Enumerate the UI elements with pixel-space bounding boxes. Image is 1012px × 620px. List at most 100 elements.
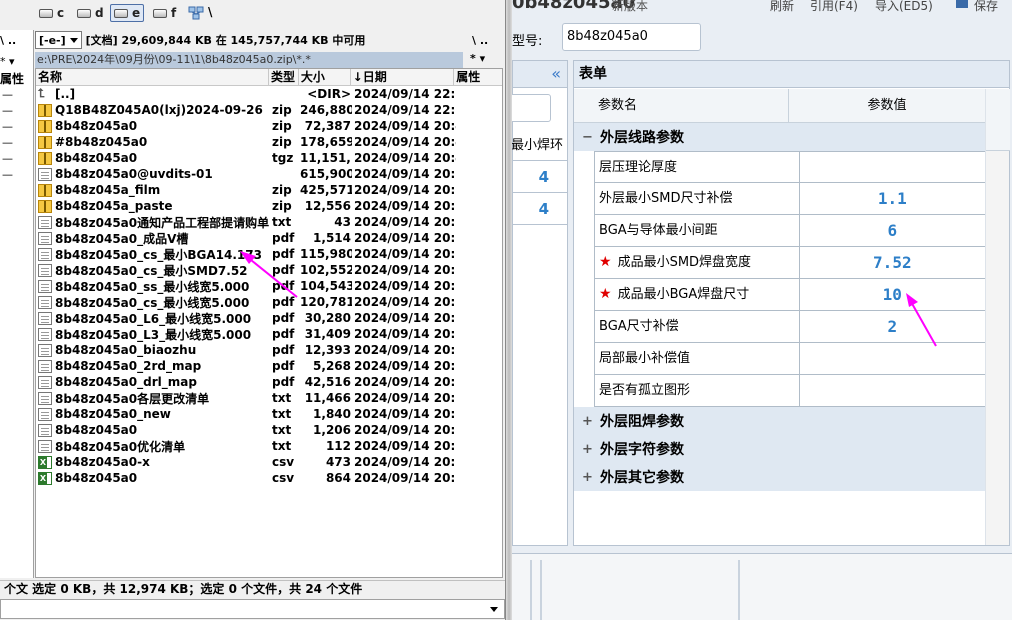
- param-group-header[interactable]: + 外层其它参数: [574, 463, 986, 491]
- file-row[interactable]: 8b48z045a0@uvdits-01 615,900 2024/09/14 20…: [36, 166, 502, 182]
- save-icon[interactable]: [956, 0, 968, 8]
- left-nav-label[interactable]: \ ..: [0, 34, 16, 47]
- file-row[interactable]: 8b48z045a0_cs_最小BGA14.173 pdf 115,980 2024/…: [36, 246, 502, 262]
- file-name: 8b48z045a0_ss_最小线宽5.000: [36, 278, 270, 295]
- file-row[interactable]: 8b48z045a0_cs_最小线宽5.000 pdf 120,781 2024/09…: [36, 294, 502, 310]
- file-row[interactable]: 8b48z045a0_ss_最小线宽5.000 pdf 104,543 2024/09…: [36, 278, 502, 294]
- file-name: 8b48z045a0各层更改清单: [36, 390, 270, 407]
- file-size: 1,840: [313, 407, 351, 421]
- param-value-cell[interactable]: 6: [798, 215, 986, 247]
- file-row[interactable]: 8b48z045a0_成品V槽pdf 1,5142024/09/14 20:31·…: [36, 230, 502, 246]
- file-row[interactable]: 8b48z045a0通知产品工程部提请购单 txt 43 2024/09/14 20:…: [36, 214, 502, 230]
- file-row[interactable]: 8b48z045a_pastezip 12,5562024/09/14 20:36…: [36, 198, 502, 214]
- file-name: 8b48z045a0_cs_最小SMD7.52: [36, 262, 270, 279]
- file-date: 2024/09/14 20:26·a—: [354, 391, 456, 405]
- file-row[interactable]: 8b48z045a0_2rd_map pdf 5,268 2024/09/14 20:…: [36, 358, 502, 374]
- file-name: 8b48z045a_paste: [36, 199, 270, 213]
- expand-icon[interactable]: +: [582, 414, 593, 429]
- command-line-input[interactable]: [0, 599, 505, 619]
- drive-d-button[interactable]: d: [74, 4, 107, 22]
- pane-splitter[interactable]: [505, 0, 512, 620]
- drive-e-button[interactable]: e: [110, 4, 145, 22]
- param-value-cell[interactable]: 10: [798, 279, 986, 311]
- file-date: 2024/09/14 20:37·a—: [354, 167, 456, 181]
- file-row[interactable]: 8b48z045a0_L3_最小线宽5.000 pdf 31,409 2024/09/…: [36, 326, 502, 342]
- param-group-header[interactable]: − 外层线路参数: [574, 123, 986, 151]
- current-path[interactable]: e:\PRE\2024年\09月份\09-11\1\8b48z045a0.zip…: [35, 52, 463, 68]
- file-name: 8b48z045a0_biaozhu: [36, 343, 270, 357]
- file-row[interactable]: 8b48z045a0txt 1,2062024/09/14 20:26·a—: [36, 422, 502, 438]
- file-type: pdf: [272, 311, 295, 325]
- file-row[interactable]: 8b48z045a0_drl_map pdf 42,516 2024/09/14 20…: [36, 374, 502, 390]
- column-type[interactable]: 类型: [269, 69, 299, 85]
- path-filter-button[interactable]: * ▾: [470, 52, 485, 65]
- left-value[interactable]: 4: [512, 161, 567, 193]
- expand-icon[interactable]: +: [582, 442, 593, 457]
- file-row[interactable]: 8b48z045a0优化清单txt 1122024/09/14 20:24·a—: [36, 438, 502, 454]
- file-size: 1,206: [313, 423, 351, 437]
- file-name: Q18B48Z045A0(lxj)2024-09-26: [36, 103, 270, 117]
- param-value-cell[interactable]: [798, 375, 986, 407]
- import-button[interactable]: 导入(ED5): [875, 0, 933, 14]
- left-search-input[interactable]: [512, 94, 551, 122]
- file-row[interactable]: 8b48z045a0_biaozhu pdf 12,393 2024/09/14 20…: [36, 342, 502, 358]
- reference-button[interactable]: 引用(F4): [810, 0, 858, 14]
- column-size[interactable]: 大小: [299, 69, 351, 85]
- file-row[interactable]: 8b48z045a0各层更改清单txt 11,4662024/09/14 20:2…: [36, 390, 502, 406]
- document-icon: [38, 439, 52, 453]
- param-value-cell[interactable]: 7.52: [798, 247, 986, 279]
- file-row[interactable]: Q18B48Z045A0(lxj)2024-09-26 zip 246,880 202…: [36, 102, 502, 118]
- file-name: 8b48z045a0_L3_最小线宽5.000: [36, 326, 270, 343]
- document-icon: [38, 263, 52, 277]
- new-version-link[interactable]: 新版本: [612, 0, 648, 14]
- file-row[interactable]: 8b48z045a0_L6_最小线宽5.000 pdf 30,280 2024/09/…: [36, 310, 502, 326]
- model-input[interactable]: 8b48z045a0: [562, 23, 701, 51]
- network-drive-icon[interactable]: [188, 6, 204, 20]
- column-attr[interactable]: 属性: [454, 69, 502, 85]
- file-row[interactable]: 8b48z045a0_cs_最小SMD7.52 pdf 102,552 2024/09…: [36, 262, 502, 278]
- file-type: txt: [272, 407, 292, 421]
- file-row[interactable]: 8b48z045a0csv 8642024/09/14 20:17·a—: [36, 470, 502, 486]
- collapse-icon[interactable]: −: [582, 130, 593, 145]
- file-row[interactable]: 8b48z045a_filmzip 425,5712024/09/14 20:37…: [36, 182, 502, 198]
- file-size: 115,980: [300, 247, 352, 261]
- file-size: 178,659: [300, 135, 352, 149]
- form-scrollbar[interactable]: [985, 89, 1010, 545]
- column-date[interactable]: ↓日期: [351, 69, 455, 85]
- left-value[interactable]: 4: [512, 193, 567, 225]
- file-row[interactable]: 8b48z045a0zip 72,3872024/09/14 20:49·a—: [36, 118, 502, 134]
- file-date: 2024/09/14 20:29·a—: [354, 359, 456, 373]
- column-name[interactable]: 名称: [36, 69, 269, 85]
- drive-selector[interactable]: [-e-]: [35, 31, 82, 49]
- collapse-icon[interactable]: «: [551, 64, 561, 83]
- file-size: 11,151,150: [300, 151, 352, 165]
- file-name: 8b48z045a0: [36, 423, 270, 437]
- file-row[interactable]: 8b48z045a0-xcsv 4732024/09/14 20:17·a—: [36, 454, 502, 470]
- file-size: 104,543: [300, 279, 352, 293]
- parent-dir-button[interactable]: \ ..: [472, 34, 488, 47]
- file-name: 8b48z045a0_L6_最小线宽5.000: [36, 310, 270, 327]
- param-value-cell[interactable]: [798, 343, 986, 375]
- file-date: 2024/09/14 20:49·a—: [354, 119, 456, 133]
- refresh-button[interactable]: 刷新: [770, 0, 794, 14]
- drive-c-button[interactable]: c: [36, 4, 67, 22]
- param-group-header[interactable]: + 外层字符参数: [574, 435, 986, 463]
- drive-f-button[interactable]: f: [150, 4, 179, 22]
- file-name: 8b48z045a0: [36, 471, 270, 485]
- param-value-cell[interactable]: 2: [798, 311, 986, 343]
- file-row[interactable]: [..] <DIR>2024/09/14 22:34—: [36, 86, 502, 102]
- param-value-cell[interactable]: [798, 151, 986, 183]
- file-name: #8b48z045a0: [36, 135, 270, 149]
- file-row[interactable]: 8b48z045a0_newtxt 1,8402024/09/14 20:26·a…: [36, 406, 502, 422]
- param-value-cell[interactable]: 1.1: [798, 183, 986, 215]
- expand-icon[interactable]: +: [582, 470, 593, 485]
- chevron-down-icon[interactable]: [490, 607, 498, 612]
- file-type: pdf: [272, 295, 295, 309]
- file-row[interactable]: 8b48z045a0tgz 11,151,1502024/09/14 20:45·…: [36, 150, 502, 166]
- file-size: 425,571: [300, 183, 352, 197]
- param-group-header[interactable]: + 外层阻焊参数: [574, 407, 986, 435]
- left-col-header: 属性: [0, 72, 25, 86]
- save-button[interactable]: 保存: [974, 0, 998, 14]
- file-row[interactable]: #8b48z045a0zip 178,6592024/09/14 20:49·a—: [36, 134, 502, 150]
- file-date: 2024/09/14 20:33·a—: [354, 215, 456, 229]
